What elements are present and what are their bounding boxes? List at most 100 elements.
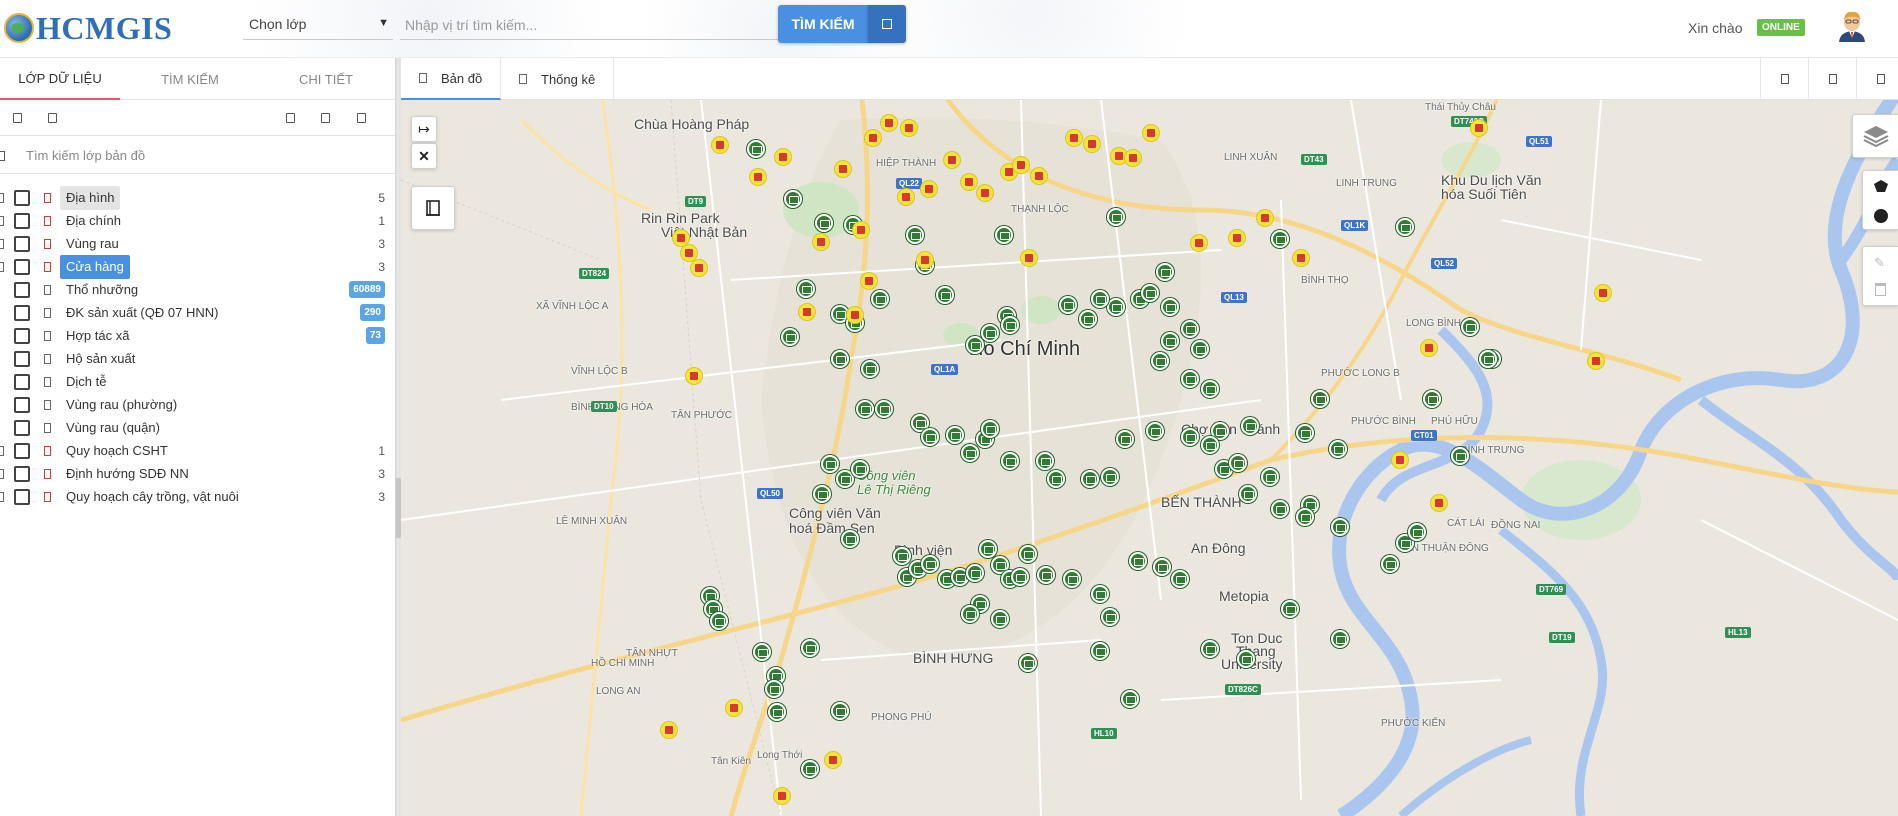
search-options-button[interactable] <box>868 5 906 43</box>
store-marker-icon[interactable] <box>1079 310 1097 328</box>
store-marker-icon[interactable] <box>1047 470 1065 488</box>
shop-marker-icon[interactable] <box>799 304 815 320</box>
search-button[interactable]: TÌM KIẾM <box>778 5 868 43</box>
shop-marker-icon[interactable] <box>661 722 677 738</box>
store-marker-icon[interactable] <box>936 286 954 304</box>
shop-marker-icon[interactable] <box>726 700 742 716</box>
shop-marker-icon[interactable] <box>813 234 829 250</box>
store-marker-icon[interactable] <box>1461 318 1479 336</box>
store-marker-icon[interactable] <box>991 610 1009 628</box>
store-marker-icon[interactable] <box>856 400 874 418</box>
layers-control-button[interactable] <box>1852 114 1898 158</box>
shop-marker-icon[interactable] <box>1021 250 1037 266</box>
store-marker-icon[interactable] <box>1116 430 1134 448</box>
store-marker-icon[interactable] <box>1296 424 1314 442</box>
store-marker-icon[interactable] <box>831 702 849 720</box>
layer-checkbox[interactable] <box>14 397 30 413</box>
shop-marker-icon[interactable] <box>1588 353 1604 369</box>
expand-icon[interactable] <box>0 469 4 479</box>
store-marker-icon[interactable] <box>1019 545 1037 563</box>
store-marker-icon[interactable] <box>1171 570 1189 588</box>
store-marker-icon[interactable] <box>1037 566 1055 584</box>
store-marker-icon[interactable] <box>1201 380 1219 398</box>
store-marker-icon[interactable] <box>966 336 984 354</box>
store-marker-icon[interactable] <box>1081 470 1099 488</box>
expand-map-button[interactable]: ↦ <box>411 116 437 142</box>
shop-marker-icon[interactable] <box>1471 120 1487 136</box>
layer-checkbox[interactable] <box>14 328 30 344</box>
store-marker-icon[interactable] <box>921 428 939 446</box>
expand-icon[interactable] <box>0 492 4 502</box>
store-marker-icon[interactable] <box>1181 320 1199 338</box>
shop-marker-icon[interactable] <box>1084 136 1100 152</box>
shop-marker-icon[interactable] <box>1229 230 1245 246</box>
close-panel-button[interactable]: ✕ <box>411 143 437 169</box>
shop-marker-icon[interactable] <box>1013 157 1029 173</box>
store-marker-icon[interactable] <box>1229 454 1247 472</box>
store-marker-icon[interactable] <box>893 547 911 565</box>
store-marker-icon[interactable] <box>1141 284 1159 302</box>
tab-layers[interactable]: LỚP DỮ LIỆU <box>0 58 120 100</box>
store-marker-icon[interactable] <box>1329 440 1347 458</box>
layer-checkbox[interactable] <box>14 282 30 298</box>
store-marker-icon[interactable] <box>768 703 786 721</box>
shop-marker-icon[interactable] <box>1143 125 1159 141</box>
store-marker-icon[interactable] <box>906 226 924 244</box>
layer-checkbox[interactable] <box>14 236 30 252</box>
shop-marker-icon[interactable] <box>861 273 877 289</box>
store-marker-icon[interactable] <box>1261 468 1279 486</box>
store-marker-icon[interactable] <box>961 444 979 462</box>
store-marker-icon[interactable] <box>1063 570 1081 588</box>
shop-marker-icon[interactable] <box>673 230 689 246</box>
shop-marker-icon[interactable] <box>1257 210 1273 226</box>
expand-all-icon[interactable] <box>13 113 22 123</box>
store-marker-icon[interactable] <box>1271 230 1289 248</box>
store-marker-icon[interactable] <box>979 540 997 558</box>
layer-row[interactable]: Quy hoạch cây trồng, vật nuôi 3 <box>0 483 395 511</box>
store-marker-icon[interactable] <box>851 460 869 478</box>
store-marker-icon[interactable] <box>815 214 833 232</box>
layer-checkbox[interactable] <box>14 259 30 275</box>
store-marker-icon[interactable] <box>801 760 819 778</box>
shop-marker-icon[interactable] <box>835 161 851 177</box>
app-logo[interactable]: HCMGIS <box>4 8 172 48</box>
shop-marker-icon[interactable] <box>944 152 960 168</box>
store-marker-icon[interactable] <box>871 290 889 308</box>
store-marker-icon[interactable] <box>841 530 859 548</box>
store-marker-icon[interactable] <box>1153 558 1171 576</box>
expand-icon[interactable] <box>0 193 4 203</box>
layer-checkbox[interactable] <box>14 489 30 505</box>
store-marker-icon[interactable] <box>1107 208 1125 226</box>
expand-icon[interactable] <box>0 216 4 226</box>
store-marker-icon[interactable] <box>946 426 964 444</box>
shop-marker-icon[interactable] <box>1421 340 1437 356</box>
avatar[interactable] <box>1836 8 1868 42</box>
layer-label[interactable]: Quy hoạch cây trồng, vật nuôi <box>60 485 245 509</box>
store-marker-icon[interactable] <box>747 140 765 158</box>
tab-map[interactable]: Bản đồ <box>401 58 501 100</box>
shop-marker-icon[interactable] <box>1191 235 1207 251</box>
layer-select[interactable]: Chọn lớp ▼ <box>243 10 393 40</box>
store-marker-icon[interactable] <box>1311 390 1329 408</box>
expand-icon[interactable] <box>0 262 4 272</box>
layer-checkbox[interactable] <box>14 351 30 367</box>
store-marker-icon[interactable] <box>1091 642 1109 660</box>
store-marker-icon[interactable] <box>784 190 802 208</box>
store-marker-icon[interactable] <box>861 360 879 378</box>
shop-marker-icon[interactable] <box>847 307 863 323</box>
shop-marker-icon[interactable] <box>961 174 977 190</box>
tab-search[interactable]: TÌM KIẾM <box>130 58 250 100</box>
store-marker-icon[interactable] <box>995 226 1013 244</box>
store-marker-icon[interactable] <box>1161 332 1179 350</box>
shop-marker-icon[interactable] <box>691 260 707 276</box>
shop-marker-icon[interactable] <box>774 788 790 804</box>
store-marker-icon[interactable] <box>875 400 893 418</box>
store-marker-icon[interactable] <box>753 643 771 661</box>
shop-marker-icon[interactable] <box>1293 250 1309 266</box>
shop-marker-icon[interactable] <box>1031 168 1047 184</box>
store-marker-icon[interactable] <box>1011 568 1029 586</box>
shop-marker-icon[interactable] <box>977 185 993 201</box>
share-button[interactable] <box>1808 58 1856 100</box>
layer-checkbox[interactable] <box>14 190 30 206</box>
settings-icon[interactable] <box>357 113 366 123</box>
